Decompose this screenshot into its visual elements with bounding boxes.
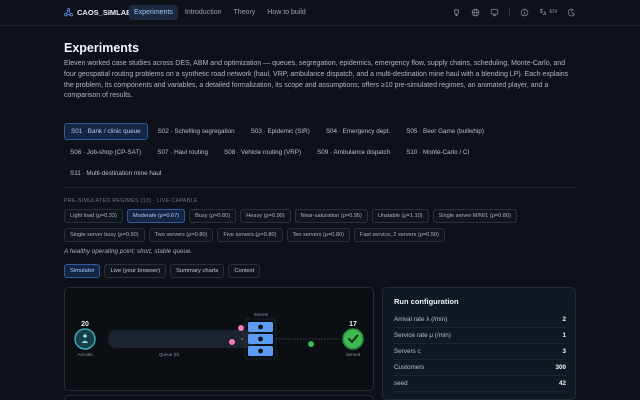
info-icon[interactable] [520, 8, 529, 17]
config-label: Service rate μ (/min) [394, 332, 451, 339]
regime-row-1: Light load (ρ=0.33) Moderate (ρ=0.67) Bu… [64, 209, 584, 223]
page-title: Experiments [64, 41, 140, 55]
tab-context[interactable]: Context [228, 264, 261, 278]
regime-chip[interactable]: Near-saturation (ρ=0.95) [294, 209, 368, 223]
config-label: Arrival rate λ (/min) [394, 316, 448, 323]
regimes-label: PRE-SIMULATED REGIMES (13) · LIVE-CAPABL… [64, 198, 198, 204]
regime-chip[interactable]: Ten servers (ρ=0.80) [286, 228, 351, 242]
server-busy-dot [258, 324, 263, 330]
config-value: 300 [555, 364, 566, 371]
toolbar-divider [509, 7, 511, 17]
regime-chip[interactable]: Single server M/M/1 (ρ=0.80) [432, 209, 517, 223]
tab-simulator[interactable]: Simulator [64, 264, 101, 278]
config-label: Servers c [394, 348, 421, 355]
config-value: 42 [558, 380, 566, 387]
view-tabs: Simulator Live (your browser) Summary ch… [64, 264, 261, 278]
case-row-3: S11 · Multi-destination mine haul [64, 164, 578, 182]
case-tab-s09[interactable]: S09 · Ambulance dispatch [311, 144, 396, 161]
queue-pointer-dot [240, 337, 244, 341]
globe-icon[interactable] [471, 8, 480, 17]
nav-theory[interactable]: Theory [229, 5, 261, 20]
main-nav: Experiments Introduction Theory How to b… [129, 5, 311, 20]
brand[interactable]: CAOS_SIMLAB [64, 8, 132, 17]
queue-label: Queue (0) [159, 352, 180, 357]
config-row-customers: Customers 300 [394, 360, 566, 376]
arrivals-count: 20 [81, 321, 89, 328]
case-tab-s07[interactable]: S07 · Haul routing [151, 144, 214, 161]
config-label: seed [394, 380, 408, 387]
config-row-seed: seed 42 [394, 376, 566, 392]
arrivals-label: Arrivals [77, 352, 93, 357]
server-busy-dot [258, 336, 263, 342]
case-tab-s03[interactable]: S03 · Epidemic (SIR) [245, 123, 316, 140]
served-node [342, 328, 364, 350]
hexagon-nodes-icon [64, 8, 73, 17]
regime-row-2: Single server busy (ρ=0.90) Two servers … [64, 228, 584, 242]
tab-summary-charts[interactable]: Summary charts [170, 264, 225, 278]
config-row-servers: Servers c 3 [394, 344, 566, 360]
served-label: Served [346, 352, 361, 357]
config-row-arrival-rate: Arrival rate λ (/min) 2 [394, 312, 566, 328]
case-divider [64, 187, 576, 188]
translate-icon [540, 8, 547, 16]
served-count: 17 [349, 321, 357, 328]
case-tab-s11[interactable]: S11 · Multi-destination mine haul [64, 165, 167, 182]
simulator-panel: 20 Arrivals Queue (0) Servers 17 Served [64, 287, 374, 391]
case-tab-s01[interactable]: S01 · Bank / clinic queue [64, 122, 148, 140]
brand-name: CAOS_SIMLAB [77, 8, 132, 17]
config-row-service-rate: Service rate μ (/min) 1 [394, 328, 566, 344]
language-switch[interactable]: EN [539, 8, 557, 16]
case-row-1: S01 · Bank / clinic queue S02 · Schellin… [64, 122, 578, 140]
regime-chip[interactable]: Busy (ρ=0.80) [189, 209, 237, 223]
regime-chip[interactable]: Two servers (ρ=0.80) [148, 228, 214, 242]
case-tab-s05[interactable]: S05 · Beer Game (bullwhip) [400, 123, 490, 140]
queue-bar [108, 330, 257, 348]
arrivals-node [74, 328, 96, 350]
nav-how-to-build[interactable]: How to build [262, 5, 311, 20]
language-code: EN [549, 9, 557, 15]
page-intro: Eleven worked case studies across DES, A… [64, 60, 569, 100]
regime-chip[interactable]: Five servers (ρ=0.80) [217, 228, 283, 242]
servers-label: Servers [254, 312, 268, 317]
case-tab-s10[interactable]: S10 · Monte-Carlo / CI [400, 144, 475, 161]
monitor-icon[interactable] [490, 8, 499, 17]
config-value: 1 [562, 332, 566, 339]
toolbar-right: EN [452, 7, 576, 17]
regime-chip[interactable]: Single server busy (ρ=0.90) [64, 228, 145, 242]
top-nav-bar: CAOS_SIMLAB Experiments Introduction The… [0, 0, 640, 26]
run-config-title: Run configuration [394, 297, 459, 306]
case-tab-s02[interactable]: S02 · Schelling segregation [152, 123, 241, 140]
regime-chips: Light load (ρ=0.33) Moderate (ρ=0.67) Bu… [64, 209, 584, 247]
case-tab-s04[interactable]: S04 · Emergency dept. [320, 123, 396, 140]
case-tab-s08[interactable]: S08 · Vehicle routing (VRP) [218, 144, 307, 161]
nav-introduction[interactable]: Introduction [180, 5, 227, 20]
regime-chip-active[interactable]: Moderate (ρ=0.67) [126, 209, 186, 223]
github-icon[interactable] [452, 8, 461, 17]
player-panel [64, 395, 374, 400]
case-study-tabs: S01 · Bank / clinic queue S02 · Schellin… [64, 122, 578, 185]
departing-dot [308, 341, 314, 347]
config-label: Customers [394, 364, 425, 371]
case-row-2: S06 · Job-shop (CP-SAT) S07 · Haul routi… [64, 143, 578, 161]
tab-live[interactable]: Live (your browser) [104, 264, 167, 278]
regime-chip[interactable]: Fast service, 2 servers (ρ=0.50) [354, 228, 445, 242]
simulator-canvas: 20 Arrivals Queue (0) Servers 17 Served [74, 312, 364, 360]
config-value: 2 [562, 316, 566, 323]
regime-chip[interactable]: Heavy (ρ=0.90) [240, 209, 291, 223]
config-value: 3 [562, 348, 566, 355]
moon-icon[interactable] [567, 8, 576, 17]
customer-dot [238, 325, 244, 331]
regime-chip[interactable]: Unstable (ρ=1.10) [371, 209, 429, 223]
regime-description: A healthy operating point; short, stable… [64, 248, 193, 255]
case-tab-s06[interactable]: S06 · Job-shop (CP-SAT) [64, 144, 147, 161]
server-busy-dot [258, 348, 263, 354]
customer-dot [229, 339, 235, 345]
run-config-panel: Run configuration Arrival rate λ (/min) … [382, 287, 576, 400]
nav-experiments[interactable]: Experiments [129, 5, 178, 20]
regime-chip[interactable]: Light load (ρ=0.33) [64, 209, 123, 223]
